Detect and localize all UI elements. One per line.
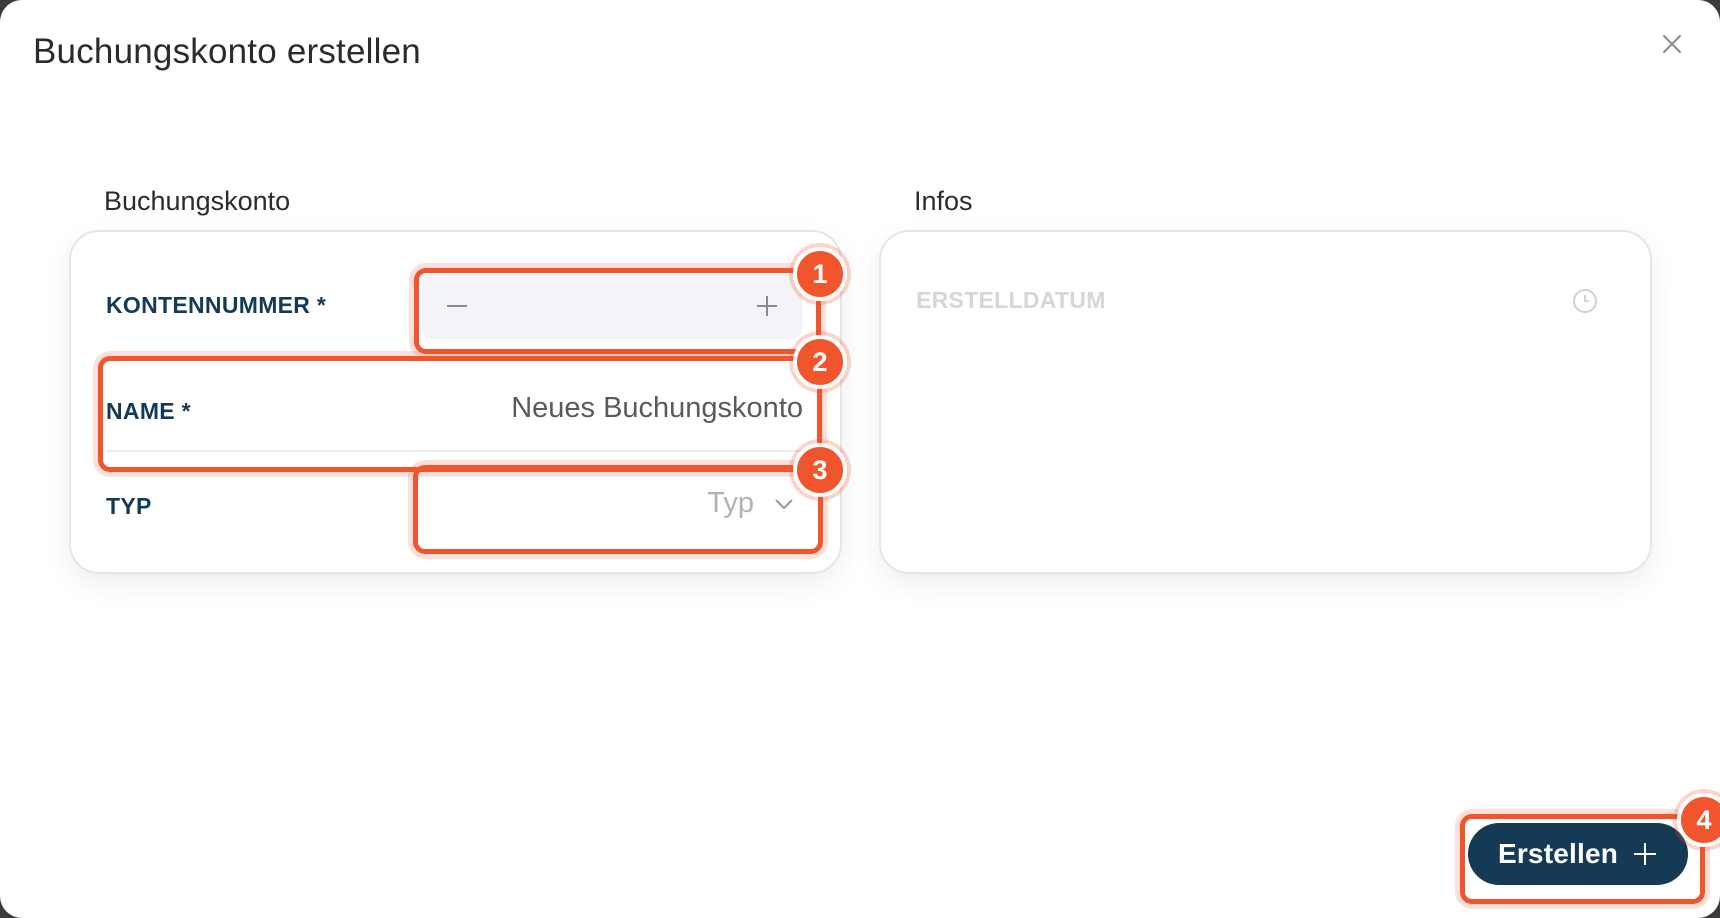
minus-icon: [447, 305, 467, 307]
close-icon: [1663, 35, 1681, 53]
account-number-input[interactable]: [492, 273, 736, 341]
create-account-dialog: Buchungskonto erstellen Buchungskonto KO…: [0, 0, 1720, 918]
section-title-infos: Infos: [914, 186, 973, 216]
name-input[interactable]: Neues Buchungskonto: [511, 392, 803, 425]
plus-icon: [757, 296, 777, 316]
create-button-label: Erstellen: [1497, 838, 1619, 869]
infos-card: [879, 230, 1652, 574]
increment-button[interactable]: [732, 273, 802, 339]
close-button[interactable]: [1656, 28, 1688, 60]
type-select[interactable]: Typ: [420, 474, 810, 538]
name-label: NAME *: [106, 398, 191, 424]
type-label: TYP: [106, 493, 152, 519]
annotation-badge-1: 1: [793, 247, 847, 301]
create-button[interactable]: Erstellen: [1468, 823, 1688, 885]
annotation-badge-2: 2: [793, 335, 847, 389]
annotation-badge-3: 3: [793, 443, 847, 497]
created-date-label: ERSTELLDATUM: [916, 287, 1106, 313]
type-placeholder: Typ: [707, 487, 754, 519]
account-number-label: KONTENNUMMER *: [106, 292, 327, 318]
decrement-button[interactable]: [422, 273, 492, 339]
dialog-title: Buchungskonto erstellen: [33, 32, 421, 71]
section-title-account: Buchungskonto: [104, 186, 291, 216]
account-number-stepper: [422, 273, 802, 341]
plus-icon: [1634, 843, 1657, 865]
created-date-picker[interactable]: [1572, 288, 1598, 319]
clock-icon: [1573, 289, 1597, 313]
name-underline: [106, 450, 806, 452]
chevron-down-icon: [775, 499, 793, 510]
